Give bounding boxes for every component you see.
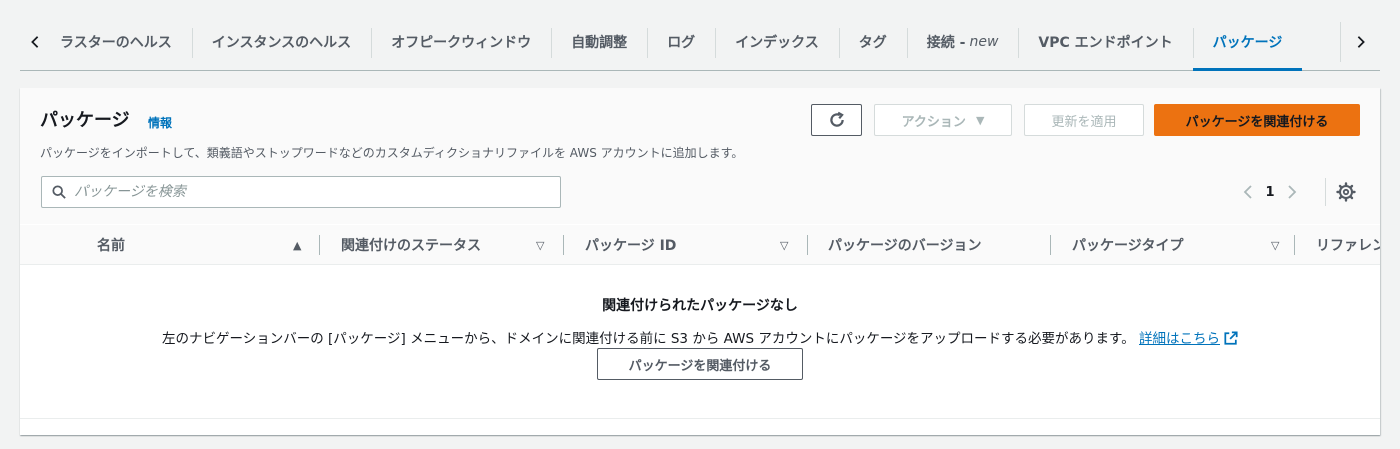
tab-instance-health[interactable]: インスタンスのヘルス	[191, 14, 371, 70]
column-label: リファレン	[1316, 238, 1380, 254]
packages-container: パッケージ 情報 パッケージをインポートして、類義語やストップワードなどのカスタ…	[20, 88, 1380, 435]
tab-scroll-right-button[interactable]	[1340, 22, 1380, 62]
column-divider[interactable]	[563, 235, 564, 255]
apply-update-button[interactable]: 更新を適用	[1024, 104, 1144, 136]
select-column	[20, 225, 76, 264]
info-link[interactable]: 情報	[148, 114, 172, 131]
tab-label: 自動調整	[571, 35, 628, 51]
tab-auto-tune[interactable]: 自動調整	[551, 14, 647, 70]
page: ラスターのヘルス インスタンスのヘルス オフピークウィンドウ 自動調整 ログ イ…	[0, 0, 1400, 449]
tab-label: ラスターのヘルス	[60, 35, 172, 51]
caret-down-icon: ▼	[975, 113, 985, 127]
apply-update-label: 更新を適用	[1051, 114, 1117, 130]
empty-state: 関連付けられたパッケージなし 左のナビゲーションバーの [パッケージ] メニュー…	[20, 266, 1380, 418]
sort-icon: ▽	[780, 238, 789, 252]
column-header-package-type[interactable]: パッケージタイプ ▽	[1072, 225, 1294, 264]
tab-label: インデックス	[735, 35, 819, 51]
page-title: パッケージ	[40, 110, 130, 131]
tab-scroll-left-button[interactable]	[20, 22, 50, 62]
column-label: 名前	[97, 238, 125, 254]
chevron-right-icon	[1357, 36, 1365, 48]
tab-label: インスタンスのヘルス	[211, 35, 352, 51]
empty-state-associate-button[interactable]: パッケージを関連付ける	[597, 348, 803, 380]
empty-state-title: 関連付けられたパッケージなし	[602, 298, 798, 314]
previous-page-icon[interactable]	[1236, 185, 1260, 199]
tab-label: オフピークウィンドウ	[391, 35, 532, 51]
divider	[20, 418, 1380, 419]
next-page-icon[interactable]	[1280, 185, 1304, 199]
column-divider[interactable]	[1294, 235, 1295, 255]
column-header-reference[interactable]: リファレン	[1316, 225, 1380, 264]
learn-more-link[interactable]: 詳細はこちら	[1139, 331, 1220, 347]
tab-label: パッケージ	[1212, 35, 1283, 51]
column-divider[interactable]	[807, 235, 808, 255]
sort-icon: ▽	[1271, 238, 1280, 252]
pagination-divider	[1325, 178, 1326, 206]
external-link-icon	[1224, 331, 1238, 345]
empty-state-button-label: パッケージを関連付ける	[628, 358, 772, 374]
current-page-number[interactable]: 1	[1260, 185, 1280, 200]
learn-more-label: 詳細はこちら	[1139, 331, 1220, 347]
tab-logs[interactable]: ログ	[647, 14, 715, 70]
actions-label: アクション	[901, 114, 966, 130]
actions-dropdown[interactable]: アクション ▼	[874, 104, 1012, 136]
tab-bar: ラスターのヘルス インスタンスのヘルス オフピークウィンドウ 自動調整 ログ イ…	[20, 14, 1380, 71]
tab-label: VPC エンドポイント	[1038, 35, 1173, 51]
column-header-package-id[interactable]: パッケージ ID ▽	[585, 225, 807, 264]
tab-vpc-endpoints[interactable]: VPC エンドポイント	[1018, 14, 1192, 70]
column-label: パッケージのバージョン	[828, 238, 982, 254]
column-divider[interactable]	[319, 235, 320, 255]
chevron-left-icon	[31, 36, 39, 48]
empty-state-text: 左のナビゲーションバーの [パッケージ] メニューから、ドメインに関連付ける前に…	[162, 331, 1135, 347]
panel-description: パッケージをインポートして、類義語やストップワードなどのカスタムディクショナリフ…	[40, 146, 744, 160]
tab-cluster-health[interactable]: ラスターのヘルス	[50, 14, 192, 70]
column-header-association-status[interactable]: 関連付けのステータス ▽	[341, 225, 563, 264]
sort-icon: ▽	[536, 238, 545, 252]
tab-tags[interactable]: タグ	[838, 14, 907, 70]
tab-label: ログ	[667, 35, 696, 51]
tab-indexes[interactable]: インデックス	[715, 14, 839, 70]
tab-connections[interactable]: 接続 - new	[906, 14, 1019, 70]
refresh-button[interactable]	[811, 104, 862, 136]
tab-label: タグ	[858, 35, 887, 51]
column-label: 関連付けのステータス	[341, 238, 481, 254]
search-icon	[52, 185, 66, 199]
sort-ascending-icon: ▲	[293, 238, 302, 252]
panel-header: パッケージ 情報 パッケージをインポートして、類義語やストップワードなどのカスタ…	[20, 88, 1380, 224]
tab-label: 接続 -	[926, 35, 966, 51]
associate-package-label: パッケージを関連付ける	[1185, 114, 1329, 130]
column-divider[interactable]	[1050, 235, 1051, 255]
associate-package-button[interactable]: パッケージを関連付ける	[1154, 104, 1360, 136]
column-header-name[interactable]: 名前 ▲	[97, 225, 319, 264]
tab-packages[interactable]: パッケージ	[1192, 14, 1303, 71]
search-box	[41, 176, 561, 208]
table-header: 名前 ▲ 関連付けのステータス ▽ パッケージ ID ▽ パッケージのバージョン…	[20, 225, 1380, 265]
new-badge: new	[969, 34, 999, 50]
pagination: 1	[1236, 180, 1304, 204]
search-input[interactable]	[74, 184, 514, 200]
empty-state-description: 左のナビゲーションバーの [パッケージ] メニューから、ドメインに関連付ける前に…	[20, 327, 1380, 347]
gear-icon[interactable]	[1336, 182, 1356, 202]
tab-off-peak-window[interactable]: オフピークウィンドウ	[371, 14, 551, 70]
column-label: パッケージタイプ	[1072, 238, 1184, 254]
column-header-package-version[interactable]: パッケージのバージョン	[828, 225, 1050, 264]
tab-list: ラスターのヘルス インスタンスのヘルス オフピークウィンドウ 自動調整 ログ イ…	[50, 14, 1303, 71]
refresh-icon	[829, 111, 844, 127]
column-label: パッケージ ID	[585, 238, 677, 254]
